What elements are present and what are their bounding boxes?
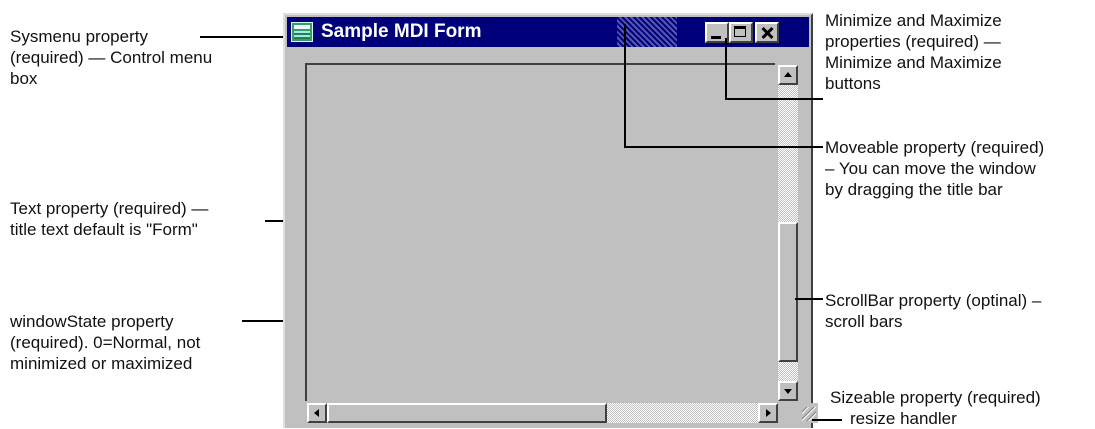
annotation-sysmenu: Sysmenu property (required) — Control me…: [10, 26, 212, 89]
annotation-moveable-line3: by dragging the title bar: [825, 180, 1003, 199]
annotation-min-max-line1: Minimize and Maximize: [825, 11, 1002, 30]
annotation-sysmenu-line3: box: [10, 69, 38, 88]
annotation-scrollbar-line2: scroll bars: [825, 312, 903, 331]
annotation-sizeable-line2: resize handler: [850, 409, 957, 428]
annotation-sizeable: Sizeable property (required) resize hand…: [830, 387, 1041, 429]
annotation-window-state: windowState property (required). 0=Norma…: [10, 311, 200, 374]
horizontal-scroll-thumb[interactable]: [327, 403, 607, 423]
scroll-left-button[interactable]: [307, 403, 327, 423]
annotation-moveable: Moveable property (required) – You can m…: [825, 137, 1044, 200]
close-button[interactable]: [755, 22, 779, 43]
leader-line-sizeable: [812, 419, 842, 421]
annotation-scrollbar: ScrollBar property (optinal) – scroll ba…: [825, 290, 1041, 332]
annotation-sizeable-line1: Sizeable property (required): [830, 388, 1041, 407]
leader-line-sysmenu: [200, 36, 288, 38]
leader-line-scrollbar: [795, 298, 823, 300]
scroll-right-arrow-icon: [766, 409, 771, 417]
leader-line-min-max: [725, 98, 823, 100]
horizontal-scrollbar[interactable]: [307, 403, 778, 423]
mdi-client-area[interactable]: [305, 63, 775, 401]
annotation-min-max-line4: buttons: [825, 74, 881, 93]
leader-line-min-max-vertical: [725, 38, 727, 100]
title-bar[interactable]: Sample MDI Form: [287, 17, 809, 47]
annotation-window-state-line2: (required). 0=Normal, not: [10, 333, 201, 352]
window-title: Sample MDI Form: [321, 21, 482, 42]
minimize-icon: [711, 36, 721, 39]
leader-line-moveable: [624, 146, 823, 148]
annotation-text-property: Text property (required) — title text de…: [10, 198, 208, 240]
annotation-scrollbar-line1: ScrollBar property (optinal) –: [825, 291, 1042, 310]
leader-line-moveable-vertical: [624, 24, 626, 148]
annotation-min-max: Minimize and Maximize properties (requir…: [825, 10, 1002, 94]
annotation-moveable-line1: Moveable property (required): [825, 138, 1045, 157]
maximize-button[interactable]: [729, 22, 753, 43]
scroll-down-button[interactable]: [778, 381, 798, 401]
annotation-min-max-line2: properties (required) —: [825, 32, 1001, 51]
scroll-down-arrow-icon: [784, 389, 792, 394]
scroll-right-button[interactable]: [758, 403, 778, 423]
vertical-scrollbar[interactable]: [778, 65, 798, 401]
annotation-text-property-line2: title text default is "Form": [10, 220, 198, 239]
scroll-up-button[interactable]: [778, 65, 798, 85]
control-menu-icon[interactable]: [291, 22, 313, 42]
title-bar-gradient: [617, 17, 677, 47]
annotation-window-state-line3: minimized or maximized: [10, 354, 193, 373]
maximize-icon: [734, 26, 746, 37]
scroll-left-arrow-icon: [314, 409, 319, 417]
sample-mdi-form-window[interactable]: Sample MDI Form: [283, 13, 818, 428]
annotation-moveable-line2: – You can move the window: [825, 159, 1036, 178]
vertical-scroll-thumb[interactable]: [778, 222, 798, 362]
annotation-window-state-line1: windowState property: [10, 312, 174, 331]
annotation-sysmenu-line1: Sysmenu property: [10, 27, 148, 46]
annotation-min-max-line3: Minimize and Maximize: [825, 53, 1002, 72]
annotation-text-property-line1: Text property (required) —: [10, 199, 209, 218]
close-icon: [757, 24, 777, 41]
scroll-up-arrow-icon: [784, 72, 792, 77]
annotation-sysmenu-line2: (required) — Control menu: [10, 48, 213, 67]
